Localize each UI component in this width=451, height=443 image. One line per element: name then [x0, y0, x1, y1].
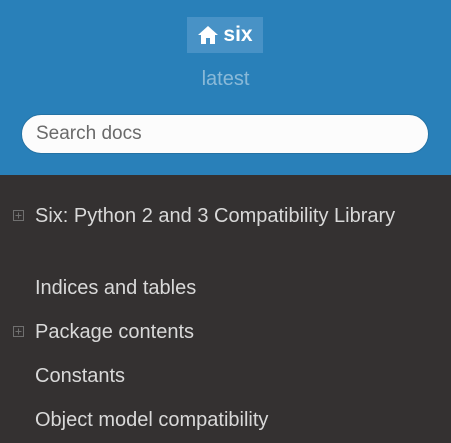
nav-item-constants[interactable]: Constants — [35, 362, 435, 390]
nav-item-object-model-compatibility[interactable]: Object model compatibility — [35, 406, 435, 434]
expand-icon[interactable] — [13, 210, 24, 221]
nav-item-indices-and-tables[interactable]: Indices and tables — [35, 274, 435, 302]
project-name: six — [223, 23, 253, 46]
project-home-link[interactable]: six — [187, 17, 263, 53]
home-icon — [197, 25, 219, 45]
search-input[interactable] — [21, 114, 429, 154]
sidebar-nav: Six: Python 2 and 3 Compatibility Librar… — [0, 175, 451, 443]
docs-sidebar: six latest Six: Python 2 and 3 Compatibi… — [0, 0, 451, 443]
sidebar-header: six latest — [0, 0, 451, 175]
nav-item-package-contents[interactable]: Package contents — [35, 318, 435, 346]
expand-icon[interactable] — [13, 326, 24, 337]
nav-item-six-library[interactable]: Six: Python 2 and 3 Compatibility Librar… — [35, 202, 435, 230]
version-label: latest — [201, 68, 250, 90]
